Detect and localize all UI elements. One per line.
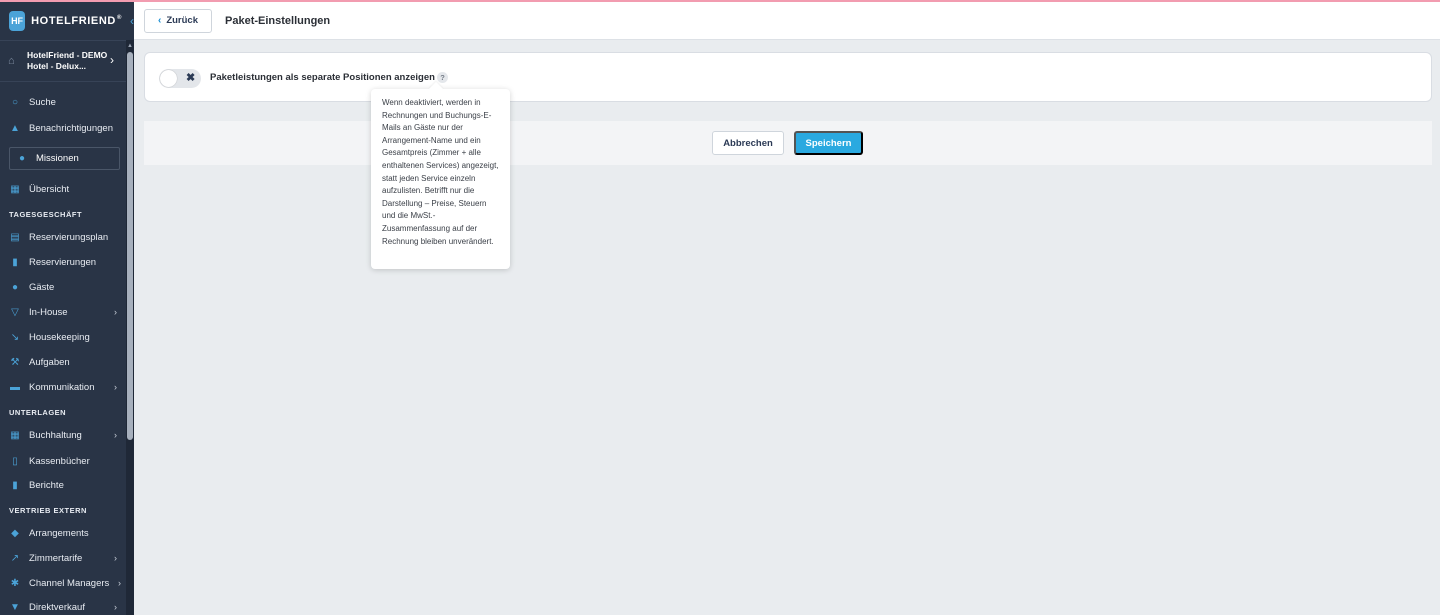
sidebar-item-label: Berichte: [29, 479, 64, 491]
toggle-label: Paketleistungen als separate Positionen …: [210, 72, 435, 83]
sidebar-item-tasks[interactable]: ⚒ Aufgaben: [0, 351, 126, 373]
help-tooltip: Wenn deaktiviert, werden in Rechnungen u…: [371, 89, 510, 269]
calendar-grid-icon: ▤: [10, 231, 20, 243]
sidebar-item-label: Benachrichtigungen: [29, 122, 113, 134]
book-icon: ▯: [12, 455, 18, 467]
logo-text: HOTELFRIEND®: [31, 15, 122, 27]
document-icon: ▮: [12, 256, 18, 268]
logo-text-main: HOTELFRIEND: [31, 15, 116, 27]
sidebar-item-in-house[interactable]: ▽ In-House ›: [0, 301, 126, 323]
settings-card: ✖ Paketleistungen als separate Positione…: [144, 52, 1432, 102]
sidebar-item-housekeeping[interactable]: ↘ Housekeeping: [0, 326, 126, 348]
sidebar-item-arrangements[interactable]: ◆ Arrangements: [0, 522, 126, 544]
sidebar-item-guests[interactable]: ● Gäste: [0, 276, 126, 298]
sidebar-item-label: Buchhaltung: [29, 429, 82, 441]
chart-icon: ↗: [10, 552, 20, 564]
sidebar-item-communication[interactable]: ▬ Kommunikation ›: [0, 376, 126, 398]
sidebar-item-label: Kommunikation: [29, 381, 95, 393]
logo[interactable]: HF HOTELFRIEND® ‹: [0, 2, 134, 40]
sidebar-item-accounting[interactable]: ▦ Buchhaltung ›: [0, 424, 126, 446]
sidebar-item-reservation-plan[interactable]: ▤ Reservierungsplan: [0, 226, 126, 248]
chevron-right-icon: ›: [118, 578, 121, 588]
hotel-name: HotelFriend - DEMO Hotel - Delux...: [27, 50, 107, 72]
trophy-icon: ▼: [10, 601, 20, 613]
save-button[interactable]: Speichern: [794, 131, 863, 155]
sidebar-item-channel-managers[interactable]: ✱ Channel Managers ›: [0, 572, 126, 594]
chevron-right-icon: ›: [114, 382, 117, 392]
back-button[interactable]: ‹ Zurück: [144, 8, 212, 33]
sidebar-item-label: Arrangements: [29, 527, 89, 539]
broom-icon: ↘: [10, 331, 20, 343]
chevron-right-icon: ›: [114, 430, 117, 440]
sidebar-item-label: Reservierungsplan: [29, 231, 109, 243]
sidebar-item-notifications[interactable]: ▲ Benachrichtigungen: [0, 117, 126, 139]
back-button-label: Zurück: [166, 15, 199, 26]
search-icon: ○: [11, 96, 19, 108]
network-icon: ✱: [10, 577, 20, 589]
sidebar-item-overview[interactable]: ▦ Übersicht: [0, 178, 126, 200]
hotel-icon: ⌂: [8, 55, 15, 67]
sidebar-item-room-rates[interactable]: ↗ Zimmertarife ›: [0, 547, 126, 569]
sidebar-item-label: Channel Managers: [29, 577, 110, 589]
close-icon: ✖: [186, 72, 196, 84]
chevron-right-icon: ›: [114, 553, 117, 563]
sidebar-item-label: Missionen: [36, 153, 79, 164]
toggle-knob: [160, 70, 177, 87]
tag-icon: ◆: [11, 527, 19, 539]
person-icon: ●: [18, 153, 26, 164]
chevron-left-icon: ‹: [157, 15, 162, 26]
cart-icon: ▽: [11, 306, 19, 318]
sidebar-item-reports[interactable]: ▮ Berichte: [0, 474, 126, 496]
question-icon[interactable]: ?: [437, 72, 448, 83]
hotel-name-line2: Hotel - Delux...: [27, 61, 87, 71]
top-accent-line: [0, 0, 1440, 2]
clipboard-icon: ▮: [12, 479, 18, 491]
grid-icon: ▦: [10, 183, 20, 195]
sidebar-item-label: Suche: [29, 96, 56, 108]
sidebar-item-search[interactable]: ○ Suche: [0, 91, 126, 113]
page-header: ‹ Zurück Paket-Einstellungen: [134, 2, 1440, 40]
sidebar-item-reservations[interactable]: ▮ Reservierungen: [0, 251, 126, 273]
sidebar-scrollbar-thumb[interactable]: [127, 52, 133, 440]
bell-icon: ▲: [10, 122, 20, 134]
section-title-documents: UNTERLAGEN: [9, 408, 67, 417]
sidebar-item-label: Übersicht: [29, 183, 70, 195]
sidebar-item-label: In-House: [29, 306, 68, 318]
form-actions: Abbrechen Speichern: [144, 121, 1432, 165]
hotel-name-line1: HotelFriend - DEMO: [27, 50, 108, 60]
sidebar-item-cashbooks[interactable]: ▯ Kassenbücher: [0, 450, 126, 472]
hotel-selector[interactable]: ⌂ HotelFriend - DEMO Hotel - Delux... ›: [0, 40, 126, 82]
scroll-up-icon[interactable]: ▲: [127, 43, 133, 49]
sidebar-item-label: Zimmertarife: [29, 552, 83, 564]
page-title: Paket-Einstellungen: [225, 14, 331, 27]
section-title-external: VERTRIEB EXTERN: [9, 506, 87, 515]
sidebar-item-label: Housekeeping: [29, 331, 90, 343]
hotel-cube-icon: HF: [9, 11, 26, 31]
sidebar-item-direct-sales[interactable]: ▼ Direktverkauf ›: [0, 596, 126, 615]
sidebar-item-label: Reservierungen: [29, 256, 97, 268]
sidebar-item-label: Gäste: [29, 281, 55, 293]
wrench-icon: ⚒: [10, 356, 20, 368]
section-title-daily: TAGESGESCHÄFT: [9, 210, 83, 219]
user-icon: ●: [11, 281, 19, 293]
chevron-right-icon: ›: [114, 602, 117, 612]
chat-icon: ▬: [10, 381, 20, 393]
sidebar-item-label: Aufgaben: [29, 356, 70, 368]
dashboard-icon: ▦: [10, 429, 20, 441]
separate-positions-toggle[interactable]: ✖: [159, 69, 201, 88]
cancel-button[interactable]: Abbrechen: [712, 131, 784, 155]
chevron-right-icon: ›: [114, 307, 117, 317]
sidebar-item-missions[interactable]: ● Missionen: [9, 147, 120, 170]
sidebar: HF HOTELFRIEND® ‹ ⌂ HotelFriend - DEMO H…: [0, 0, 134, 615]
sidebar-item-label: Direktverkauf: [29, 601, 85, 613]
sidebar-item-label: Kassenbücher: [29, 455, 90, 467]
chevron-right-icon: ›: [110, 53, 114, 67]
logo-registered: ®: [116, 15, 122, 22]
